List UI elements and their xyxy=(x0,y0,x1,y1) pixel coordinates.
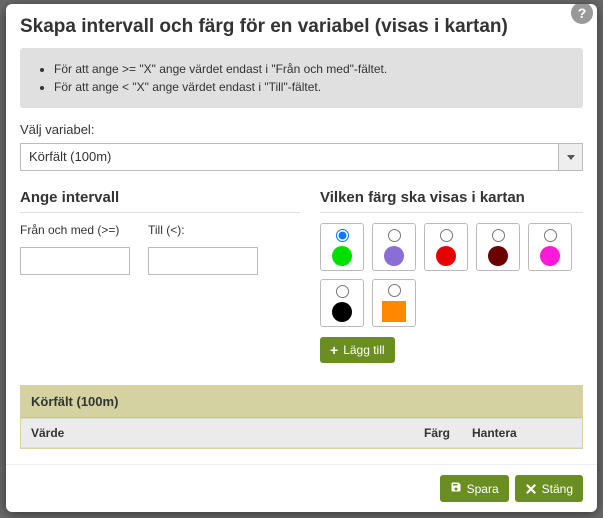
color-swatch-green[interactable] xyxy=(320,223,364,271)
color-chip-orange xyxy=(382,301,406,322)
color-radio-magenta[interactable] xyxy=(544,229,557,242)
color-radio-red[interactable] xyxy=(440,229,453,242)
to-label: Till (<): xyxy=(148,223,258,237)
from-input[interactable] xyxy=(20,247,130,275)
color-chip-red xyxy=(436,246,456,266)
color-heading: Vilken färg ska visas i kartan xyxy=(320,189,583,213)
color-swatch-orange[interactable] xyxy=(372,279,416,327)
color-radio-orange[interactable] xyxy=(388,284,401,297)
dialog-footer: Spara Stäng xyxy=(6,464,597,512)
add-button-label: Lägg till xyxy=(343,343,384,357)
color-chip-green xyxy=(332,246,352,266)
close-button-label: Stäng xyxy=(542,482,573,496)
from-label: Från och med (>=) xyxy=(20,223,130,237)
variable-select[interactable]: Körfält (100m) xyxy=(20,143,583,171)
dialog-title: Skapa intervall och färg för en variabel… xyxy=(6,4,597,48)
info-item: För att ange >= "X" ange värdet endast i… xyxy=(54,62,569,76)
color-chip-purple xyxy=(384,246,404,266)
color-swatch-black[interactable] xyxy=(320,279,364,327)
color-chip-magenta xyxy=(540,246,560,266)
color-swatch-magenta[interactable] xyxy=(528,223,572,271)
color-radio-black[interactable] xyxy=(336,285,349,298)
color-chip-black xyxy=(332,302,352,322)
color-chip-maroon xyxy=(488,246,508,266)
info-item: För att ange < "X" ange värdet endast i … xyxy=(54,80,569,94)
col-color: Färg xyxy=(414,419,462,448)
table-title: Körfält (100m) xyxy=(21,386,582,418)
color-swatch-red[interactable] xyxy=(424,223,468,271)
variable-label: Välj variabel: xyxy=(6,122,597,143)
save-button[interactable]: Spara xyxy=(440,475,509,502)
col-value: Värde xyxy=(21,419,414,448)
close-icon xyxy=(525,483,537,495)
save-icon xyxy=(450,481,462,496)
to-input[interactable] xyxy=(148,247,258,275)
close-button[interactable]: Stäng xyxy=(515,475,583,502)
add-button[interactable]: + Lägg till xyxy=(320,337,395,363)
interval-heading: Ange intervall xyxy=(20,189,300,213)
dialog: ? Skapa intervall och färg för en variab… xyxy=(6,4,597,512)
color-radio-purple[interactable] xyxy=(388,229,401,242)
chevron-down-icon[interactable] xyxy=(558,144,582,170)
color-swatch-maroon[interactable] xyxy=(476,223,520,271)
color-radio-green[interactable] xyxy=(336,229,349,242)
info-box: För att ange >= "X" ange värdet endast i… xyxy=(20,48,583,108)
intervals-table: Körfält (100m) Värde Färg Hantera xyxy=(20,385,583,449)
table-header: Värde Färg Hantera xyxy=(21,418,582,448)
color-swatches xyxy=(320,223,583,327)
variable-select-value: Körfält (100m) xyxy=(20,143,583,171)
color-swatch-purple[interactable] xyxy=(372,223,416,271)
save-button-label: Spara xyxy=(467,482,499,496)
col-manage: Hantera xyxy=(462,419,582,448)
color-radio-maroon[interactable] xyxy=(492,229,505,242)
plus-icon: + xyxy=(330,343,338,357)
